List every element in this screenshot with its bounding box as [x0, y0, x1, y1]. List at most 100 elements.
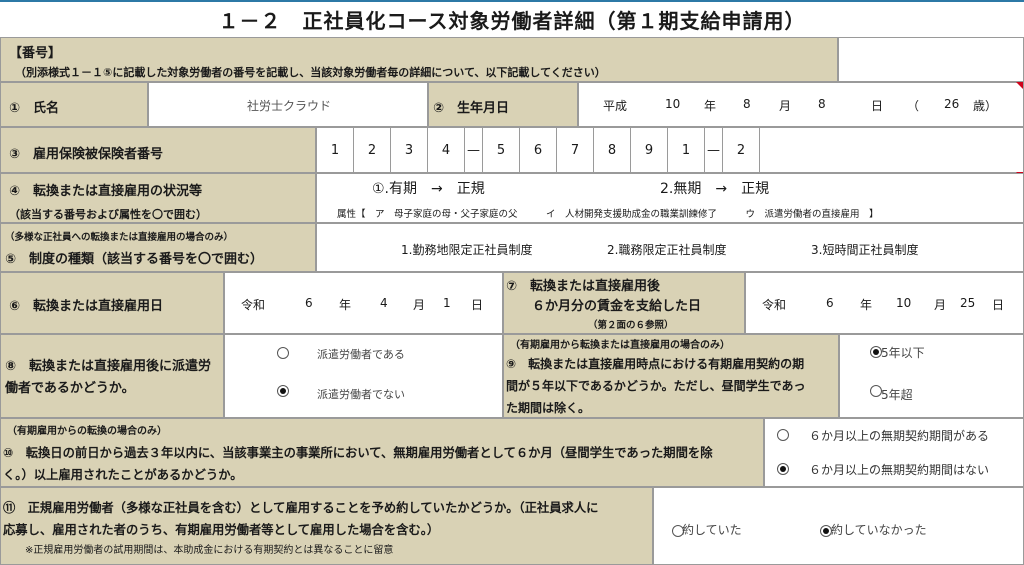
wage-day-unit: 日: [992, 298, 1005, 312]
birth-year: 10: [665, 97, 681, 111]
insurance-number-digit[interactable]: 2: [354, 128, 391, 172]
dispatch-field[interactable]: 派遣労働者である 派遣労働者でない: [224, 334, 503, 418]
insurance-number-separator[interactable]: —: [705, 128, 723, 172]
system-option-1[interactable]: 1.勤務地限定正社員制度: [401, 241, 532, 258]
wage-year: 6: [826, 296, 834, 310]
dispatch-label-line1: ⑧ 転換または直接雇用後に派遣労: [5, 359, 212, 374]
indefinite-contract-note: （有期雇用からの転換の場合のみ）: [7, 426, 167, 437]
wage-year-unit: 年: [860, 298, 873, 312]
comment-marker-icon: [1016, 82, 1023, 89]
birth-day: 8: [818, 97, 826, 111]
wage-month: 10: [896, 296, 912, 310]
number-note: （別添様式１－１⑤に記載した対象労働者の番号を記載し、当該対象労働者毎の詳細につ…: [15, 66, 606, 79]
top-border: [0, 0, 1024, 2]
conversion-era: 令和: [241, 298, 266, 312]
insurance-label: ③ 雇用保険被保険者番号: [9, 147, 164, 162]
insurance-number-digit[interactable]: 1: [668, 128, 705, 172]
number-label-cell: 【番号】 （別添様式１－１⑤に記載した対象労働者の番号を記載し、当該対象労働者毎…: [0, 37, 838, 82]
conversion-option-1[interactable]: ①.有期 → 正規: [372, 178, 485, 198]
name-value: 社労士クラウド: [246, 99, 331, 113]
insurance-number-digit[interactable]: 7: [557, 128, 594, 172]
indefinite-yes-radio[interactable]: [777, 429, 789, 441]
contract-period-label-line1: ⑨ 転換または直接雇用時点における有期雇用契約の期: [506, 357, 805, 371]
insurance-number-digit[interactable]: 5: [483, 128, 520, 172]
agreed-label: 約していた: [682, 523, 742, 537]
number-input[interactable]: [838, 37, 1024, 82]
conversion-day: 1: [443, 296, 451, 310]
contract-period-field[interactable]: 5年以下 5年超: [839, 334, 1024, 418]
wage-date-label-cell: ⑦ 転換または直接雇用後 ６か月分の賃金を支給した日 （第２面の６参照）: [503, 272, 745, 334]
indefinite-contract-label-line2: く。）以上雇用されたことがあるかどうか。: [3, 468, 243, 482]
number-label: 【番号】: [9, 46, 62, 61]
birth-day-unit: 日: [871, 99, 884, 113]
wage-era: 令和: [762, 298, 787, 312]
conversion-year: 6: [305, 296, 313, 310]
insurance-number-field[interactable]: 1 2 3 4—5 6 7 8 9 1—2: [316, 127, 1024, 173]
birthdate-label-cell: ② 生年月日: [428, 82, 578, 127]
contract-period-label-cell: （有期雇用から転換または直接雇用の場合のみ） ⑨ 転換または直接雇用時点における…: [503, 334, 839, 418]
system-option-2[interactable]: 2.職務限定正社員制度: [607, 241, 726, 258]
conversion-status-label-cell: ④ 転換または直接雇用の状況等 （該当する番号および属性を〇で囲む）: [0, 173, 316, 223]
insurance-number-digit[interactable]: 8: [594, 128, 631, 172]
prior-agreement-field[interactable]: 約していた 約していなかった: [653, 487, 1024, 565]
system-type-field[interactable]: 1.勤務地限定正社員制度 2.職務限定正社員制度 3.短時間正社員制度: [316, 223, 1024, 272]
wage-date-label-line2: ６か月分の賃金を支給した日: [532, 299, 702, 314]
birth-month-unit: 月: [779, 99, 792, 113]
system-type-label-cell: （多様な正社員への転換または直接雇用の場合のみ） ⑤ 制度の種類（該当する番号を…: [0, 223, 316, 272]
age-value: 26: [944, 97, 960, 111]
conversion-status-field[interactable]: ①.有期 → 正規 2.無期 → 正規 属性【 ア 母子家庭の母・父子家庭の父 …: [316, 173, 1024, 223]
not-agreed-label: 約していなかった: [831, 523, 927, 537]
insurance-number-digit[interactable]: 9: [631, 128, 668, 172]
contract-period-note: （有期雇用から転換または直接雇用の場合のみ）: [510, 340, 730, 351]
wage-day: 25: [960, 296, 976, 310]
system-type-label: ⑤ 制度の種類（該当する番号を〇で囲む）: [5, 252, 264, 267]
insurance-number-digit[interactable]: 4: [428, 128, 465, 172]
indefinite-no-radio[interactable]: [777, 463, 789, 475]
birthdate-field[interactable]: 平成 10 年 8 月 8 日 （ 26 歳）: [578, 82, 1024, 127]
birth-era: 平成: [603, 99, 628, 113]
contract-period-label-line2: 間が５年以下であるかどうか。ただし、昼間学生であっ: [506, 379, 806, 393]
dispatch-yes-radio[interactable]: [277, 347, 289, 359]
wage-date-label-line1: ⑦ 転換または直接雇用後: [506, 279, 661, 294]
conversion-status-sublabel: （該当する番号および属性を〇で囲む）: [9, 208, 207, 221]
over-five-years-label: 5年超: [881, 388, 913, 402]
conversion-option-2[interactable]: 2.無期 → 正規: [660, 178, 769, 198]
dispatch-no-label: 派遣労働者でない: [317, 388, 405, 401]
age-open: （: [907, 99, 920, 113]
dispatch-label-cell: ⑧ 転換または直接雇用後に派遣労 働者であるかどうか。: [0, 334, 224, 418]
indefinite-no-label: ６か月以上の無期契約期間はない: [809, 463, 990, 477]
system-type-note: （多様な正社員への転換または直接雇用の場合のみ）: [5, 232, 234, 243]
conversion-status-label: ④ 転換または直接雇用の状況等: [9, 184, 203, 199]
insurance-number-digit[interactable]: 2: [723, 128, 760, 172]
wage-date-field[interactable]: 令和 6 年 10 月 25 日: [745, 272, 1024, 334]
age-close: 歳）: [973, 99, 998, 113]
wage-date-note: （第２面の６参照）: [588, 320, 674, 331]
insurance-label-cell: ③ 雇用保険被保険者番号: [0, 127, 316, 173]
contract-period-label-line3: た期間は除く。: [506, 401, 591, 415]
name-field[interactable]: 社労士クラウド: [148, 82, 428, 127]
conversion-date-label: ⑥ 転換または直接雇用日: [9, 299, 164, 314]
insurance-number-digit[interactable]: 1: [317, 128, 354, 172]
conversion-date-field[interactable]: 令和 6 年 4 月 1 日: [224, 272, 503, 334]
insurance-number-separator[interactable]: —: [465, 128, 483, 172]
wage-month-unit: 月: [934, 298, 947, 312]
name-label: ① 氏名: [9, 101, 60, 116]
insurance-number-digit[interactable]: 3: [391, 128, 428, 172]
attribute-options[interactable]: 属性【 ア 母子家庭の母・父子家庭の父 イ 人材開発支援助成金の職業訓練修了 ウ…: [337, 206, 879, 220]
prior-agreement-label-cell: ⑪ 正規雇用労働者（多様な正社員を含む）として雇用することを予め約していたかどう…: [0, 487, 653, 565]
indefinite-contract-label-cell: （有期雇用からの転換の場合のみ） ⑩ 転換日の前日から過去３年以内に、当該事業主…: [0, 418, 764, 487]
indefinite-contract-label-line1: ⑩ 転換日の前日から過去３年以内に、当該事業主の事業所において、無期雇用労働者と…: [3, 446, 713, 460]
dispatch-no-radio[interactable]: [277, 385, 289, 397]
conversion-month-unit: 月: [413, 298, 426, 312]
conversion-date-label-cell: ⑥ 転換または直接雇用日: [0, 272, 224, 334]
conversion-year-unit: 年: [339, 298, 352, 312]
birth-month: 8: [743, 97, 751, 111]
birthdate-label: ② 生年月日: [433, 101, 510, 116]
insurance-number-digit[interactable]: 6: [520, 128, 557, 172]
birth-year-unit: 年: [704, 99, 717, 113]
prior-agreement-note: ※正規雇用労働者の試用期間は、本助成金における有期契約とは異なることに留意: [25, 545, 394, 556]
prior-agreement-label-line2: 応募し、雇用された者のうち、有期雇用労働者等として雇用した場合を含む。）: [3, 523, 440, 537]
page-title: １－２ 正社員化コース対象労働者詳細（第１期支給申請用）: [218, 9, 806, 33]
indefinite-contract-field[interactable]: ６か月以上の無期契約期間がある ６か月以上の無期契約期間はない: [764, 418, 1024, 487]
system-option-3[interactable]: 3.短時間正社員制度: [811, 241, 918, 258]
